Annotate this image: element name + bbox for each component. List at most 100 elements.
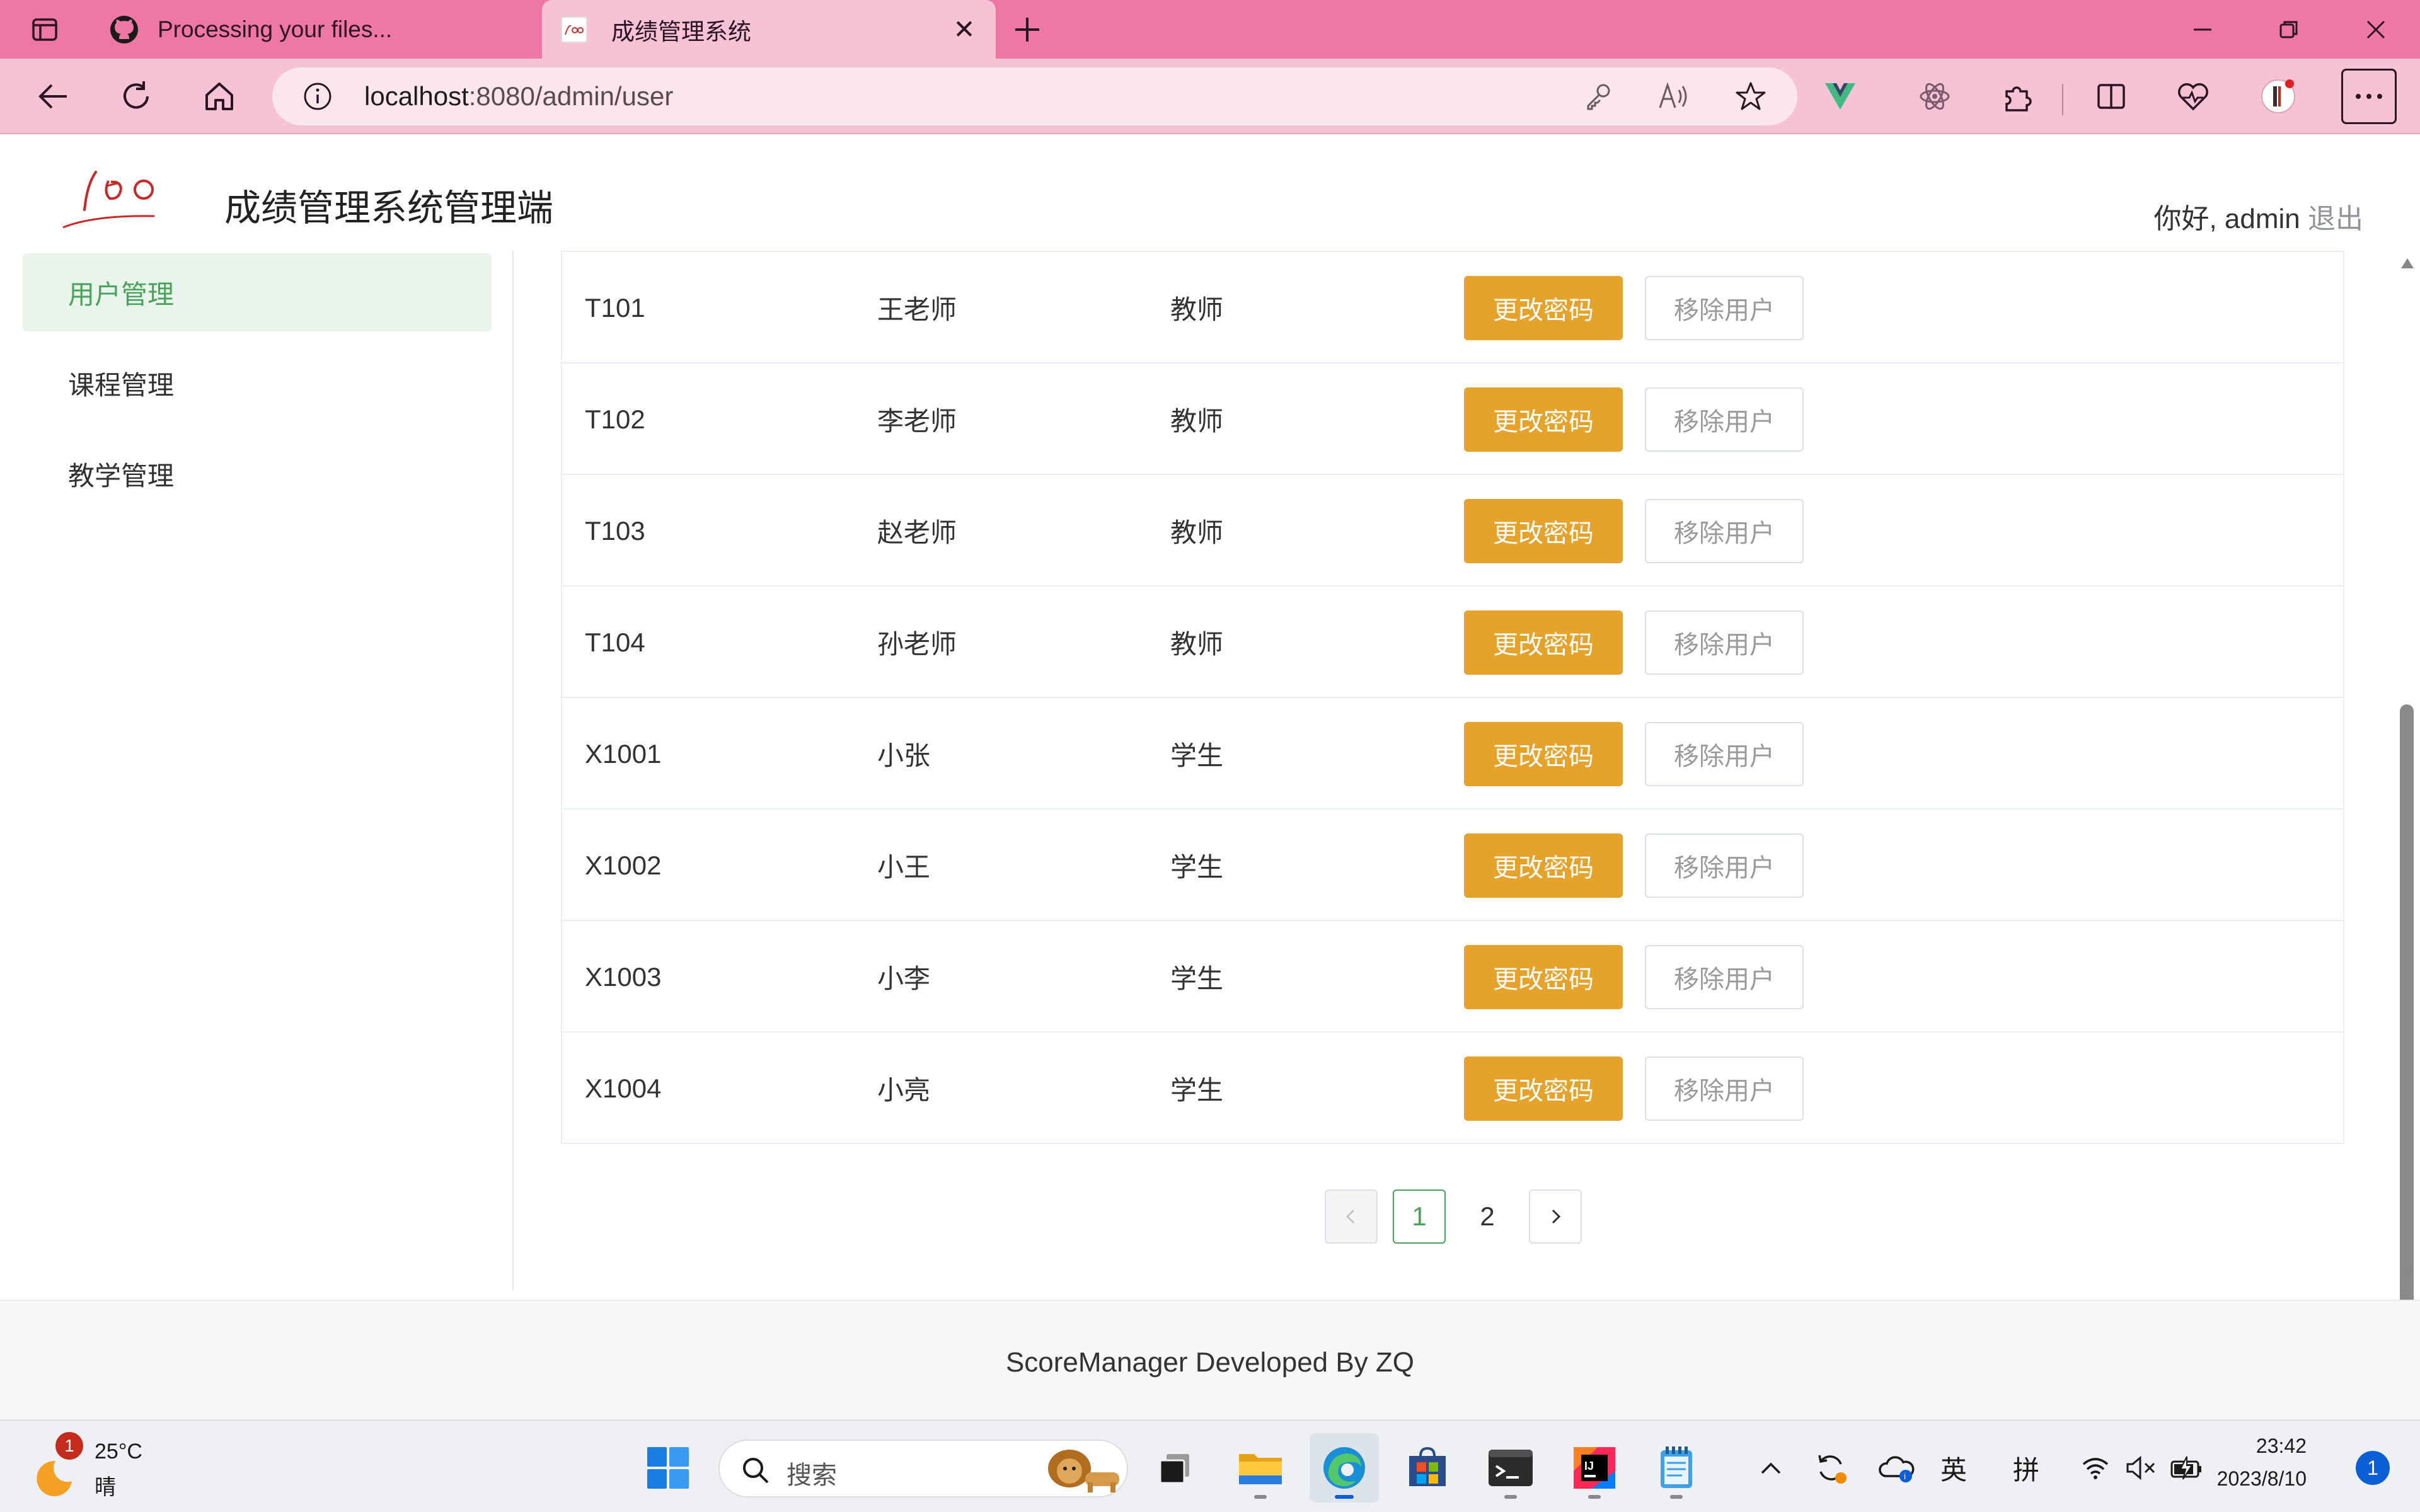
tab-github[interactable]: Processing your files... ✕ — [95, 0, 618, 59]
vue-devtools-icon[interactable] — [1815, 71, 1865, 122]
prev-page-button[interactable] — [1325, 1189, 1378, 1244]
terminal-icon[interactable] — [1476, 1433, 1545, 1503]
site-title: 成绩管理系统管理端 — [224, 186, 554, 229]
change-password-button[interactable]: 更改密码 — [1464, 833, 1623, 898]
logout-link[interactable]: 退出 — [2308, 203, 2363, 234]
task-view-icon[interactable] — [1141, 1433, 1210, 1503]
clock-date[interactable]: 2023/8/10 — [2217, 1467, 2307, 1491]
change-password-button[interactable]: 更改密码 — [1464, 610, 1623, 675]
user-name-cell: 赵老师 — [877, 517, 957, 548]
remove-user-button[interactable]: 移除用户 — [1645, 945, 1804, 1009]
wifi-icon[interactable] — [2077, 1446, 2114, 1490]
windows-taskbar: 1 25°C 晴 搜索 IJ i 英 拼 23:42 2023/8/10 1 — [0, 1419, 2420, 1512]
table-row: X1004 小亮 学生 更改密码 移除用户 — [562, 1031, 2343, 1143]
page-button[interactable]: 2 — [1461, 1189, 1514, 1244]
weather-temperature: 25°C — [95, 1440, 142, 1463]
weather-condition: 晴 — [95, 1475, 116, 1500]
reload-icon[interactable] — [111, 71, 161, 122]
user-id-cell: X1001 — [585, 738, 662, 769]
running-indicator — [1588, 1495, 1601, 1499]
sidebar-item-teaching-management[interactable]: 教学管理 — [23, 435, 492, 513]
change-password-button[interactable]: 更改密码 — [1464, 945, 1623, 1009]
user-name-cell: 王老师 — [877, 294, 957, 325]
next-page-button[interactable] — [1529, 1189, 1582, 1244]
notification-count-badge[interactable]: 1 — [2356, 1451, 2390, 1485]
main-content: T101 王老师 教师 更改密码 移除用户 T102 李老师 教师 更改密码 移… — [514, 251, 2395, 1290]
volume-muted-icon[interactable] — [2122, 1446, 2160, 1490]
back-icon[interactable] — [28, 71, 78, 122]
user-name-cell: 小王 — [877, 852, 931, 883]
battery-charging-icon[interactable] — [2168, 1446, 2206, 1490]
file-explorer-icon[interactable] — [1226, 1433, 1295, 1503]
edge-browser-icon[interactable] — [1310, 1433, 1379, 1503]
svg-text:IJ: IJ — [1584, 1460, 1594, 1472]
browser-tab-strip: Processing your files... ✕ 成绩管理系统 ✕ — [0, 0, 2420, 59]
change-password-button[interactable]: 更改密码 — [1464, 499, 1623, 563]
minimize-icon[interactable] — [2187, 14, 2218, 45]
page-button[interactable]: 1 — [1393, 1189, 1446, 1244]
remove-user-button[interactable]: 移除用户 — [1645, 1057, 1804, 1121]
home-icon[interactable] — [194, 71, 245, 122]
tab-score-system[interactable]: 成绩管理系统 ✕ — [542, 0, 996, 59]
intellij-idea-icon[interactable]: IJ — [1560, 1433, 1629, 1503]
more-menu-icon[interactable] — [2341, 69, 2397, 124]
remove-user-button[interactable]: 移除用户 — [1645, 833, 1804, 898]
site-footer: ScoreManager Developed By ZQ — [0, 1300, 2420, 1419]
read-aloud-icon[interactable] — [1656, 79, 1691, 114]
running-indicator — [1670, 1495, 1683, 1499]
sidebar-item-user-management[interactable]: 用户管理 — [23, 253, 492, 331]
new-tab-icon[interactable] — [1011, 14, 1043, 45]
running-indicator — [1504, 1495, 1517, 1499]
user-role-cell: 学生 — [1170, 1075, 1224, 1106]
remove-user-button[interactable]: 移除用户 — [1645, 610, 1804, 675]
ime-mode-indicator[interactable]: 拼 — [2004, 1446, 2048, 1490]
sync-status-icon[interactable] — [1809, 1446, 1853, 1490]
remove-user-button[interactable]: 移除用户 — [1645, 387, 1804, 452]
remove-user-button[interactable]: 移除用户 — [1645, 499, 1804, 563]
scrollbar-thumb[interactable] — [2400, 704, 2414, 1404]
start-button[interactable] — [633, 1433, 703, 1503]
site-info-icon[interactable] — [300, 79, 335, 114]
split-screen-icon[interactable] — [2086, 71, 2136, 122]
footer-text: ScoreManager Developed By ZQ — [1005, 1347, 1415, 1378]
favorite-star-icon[interactable] — [1733, 79, 1768, 114]
user-id-cell: X1002 — [585, 850, 662, 880]
github-icon — [108, 14, 140, 48]
taskbar-search[interactable]: 搜索 — [718, 1440, 1128, 1498]
browser-essentials-icon[interactable] — [2168, 71, 2218, 122]
react-devtools-icon[interactable] — [1910, 71, 1960, 122]
clock-time[interactable]: 23:42 — [2256, 1435, 2307, 1458]
remove-user-button[interactable]: 移除用户 — [1645, 722, 1804, 786]
site-favicon — [561, 16, 587, 43]
tab-actions-icon[interactable] — [29, 14, 60, 45]
extensions-icon[interactable] — [1991, 71, 2042, 122]
close-window-icon[interactable] — [2360, 14, 2392, 45]
remove-user-button[interactable]: 移除用户 — [1645, 276, 1804, 340]
profile-avatar-icon[interactable] — [2253, 71, 2303, 122]
change-password-button[interactable]: 更改密码 — [1464, 1057, 1623, 1121]
page-scrollbar[interactable] — [2395, 251, 2420, 1404]
weather-widget[interactable]: 1 25°C 晴 — [34, 1432, 185, 1504]
microsoft-store-icon[interactable] — [1393, 1433, 1462, 1503]
tab-title: Processing your files... — [158, 16, 393, 42]
svg-text:i: i — [1904, 1471, 1906, 1481]
password-key-icon[interactable] — [1581, 79, 1616, 114]
show-hidden-icons-chevron-icon[interactable] — [1752, 1446, 1790, 1490]
change-password-button[interactable]: 更改密码 — [1464, 722, 1623, 786]
tab-close-icon[interactable]: ✕ — [950, 14, 978, 45]
address-bar[interactable]: localhost:8080/admin/user — [272, 67, 1797, 125]
restore-icon[interactable] — [2273, 14, 2305, 45]
ime-language-indicator[interactable]: 英 — [1932, 1446, 1976, 1490]
greeting-text: 你好, admin — [2153, 203, 2300, 234]
onedrive-cloud-icon[interactable]: i — [1875, 1446, 1919, 1490]
notepad-icon[interactable] — [1642, 1433, 1711, 1503]
user-table: T101 王老师 教师 更改密码 移除用户 T102 李老师 教师 更改密码 移… — [561, 251, 2344, 1144]
user-role-cell: 学生 — [1170, 963, 1224, 994]
change-password-button[interactable]: 更改密码 — [1464, 276, 1623, 340]
user-id-cell: T101 — [585, 292, 645, 323]
user-role-cell: 教师 — [1170, 629, 1224, 660]
sidebar-item-course-management[interactable]: 课程管理 — [23, 344, 492, 422]
change-password-button[interactable]: 更改密码 — [1464, 387, 1623, 452]
user-role-cell: 教师 — [1170, 406, 1224, 437]
user-role-cell: 教师 — [1170, 294, 1224, 325]
